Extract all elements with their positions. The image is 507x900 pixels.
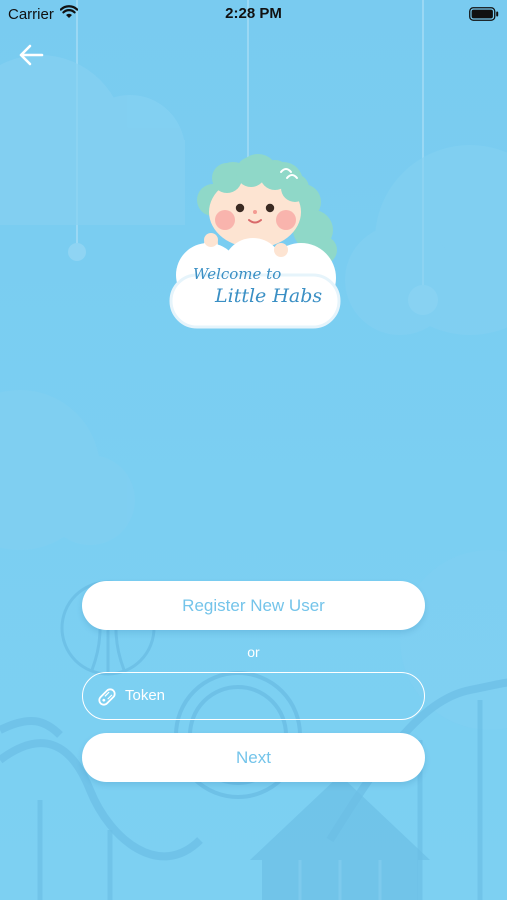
or-separator: or: [247, 644, 260, 660]
login-screen: Carrier 2:28 PM Welcome to Little Habs R…: [0, 0, 507, 900]
status-time: 2:28 PM: [225, 5, 282, 22]
next-button[interactable]: Next: [82, 733, 425, 782]
token-input[interactable]: [125, 673, 415, 718]
logo-line2: Little Habs: [214, 285, 322, 307]
welcome-logo: Welcome to Little Habs: [163, 150, 345, 335]
welcome-logo-art: Welcome to Little Habs: [169, 154, 341, 329]
status-bar: Carrier 2:28 PM: [0, 0, 507, 30]
back-button[interactable]: [16, 42, 46, 72]
register-new-user-button[interactable]: Register New User: [82, 581, 425, 630]
token-field[interactable]: [82, 672, 425, 720]
battery-icon: [469, 7, 499, 25]
tag-icon: [96, 686, 118, 708]
arrow-left-icon: [18, 43, 44, 72]
logo-line1: Welcome to: [193, 265, 281, 283]
